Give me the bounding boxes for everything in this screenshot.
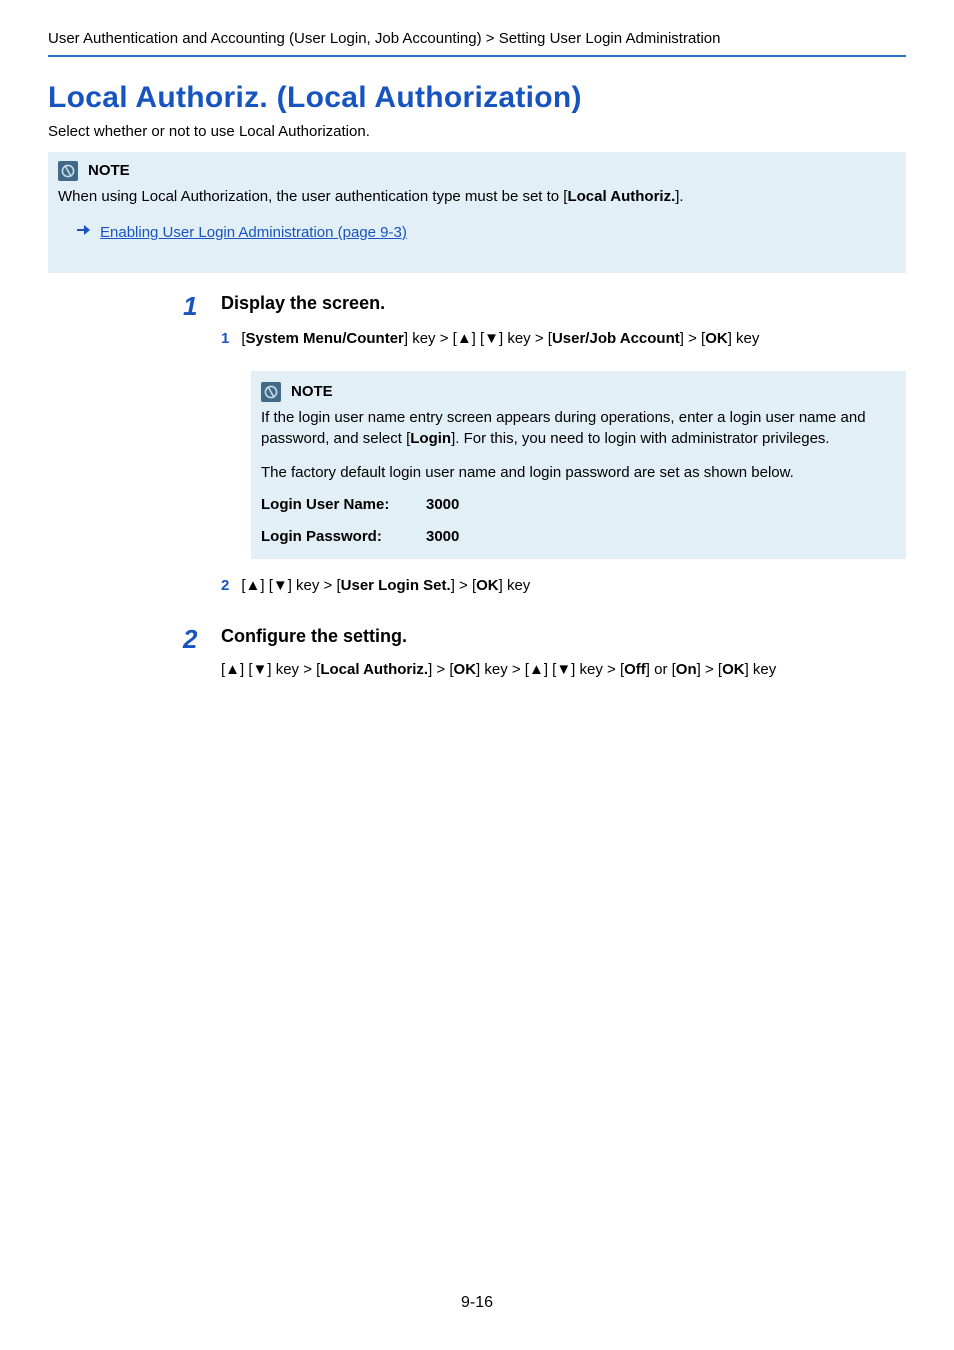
page-title: Local Authoriz. (Local Authorization) [48, 81, 906, 115]
note-icon [261, 382, 281, 402]
breadcrumb: User Authentication and Accounting (User… [48, 30, 906, 57]
substep-text: [▲] [▼] key > [User Login Set.] > [OK] k… [241, 575, 906, 598]
note-paragraph-2: The factory default login user name and … [261, 462, 896, 484]
related-link[interactable]: Enabling User Login Administration (page… [100, 222, 407, 244]
arrow-icon [76, 222, 90, 244]
step-2-text: [▲] [▼] key > [Local Authoriz.] > [OK] k… [221, 661, 906, 678]
substep-number: 1 [221, 328, 229, 351]
login-pass-value: 3000 [426, 526, 459, 548]
note-text: When using Local Authorization, the user… [58, 186, 896, 208]
step-number-1: 1 [183, 293, 221, 610]
note-icon [58, 161, 78, 181]
substep-text: [System Menu/Counter] key > [▲] [▼] key … [241, 328, 906, 351]
step-1-title: Display the screen. [221, 293, 906, 314]
note-label: NOTE [88, 160, 130, 182]
login-user-label: Login User Name: [261, 494, 426, 516]
intro-text: Select whether or not to use Local Autho… [48, 123, 906, 140]
note-box-top: NOTE When using Local Authorization, the… [48, 152, 906, 273]
step-number-2: 2 [183, 626, 221, 678]
login-pass-label: Login Password: [261, 526, 426, 548]
page-number: 9-16 [0, 1294, 954, 1312]
note-paragraph-1: If the login user name entry screen appe… [261, 407, 896, 451]
step-2-title: Configure the setting. [221, 626, 906, 647]
note-label: NOTE [291, 381, 333, 403]
login-user-value: 3000 [426, 494, 459, 516]
substep-number: 2 [221, 575, 229, 598]
note-box-inner: NOTE If the login user name entry screen… [251, 371, 906, 560]
